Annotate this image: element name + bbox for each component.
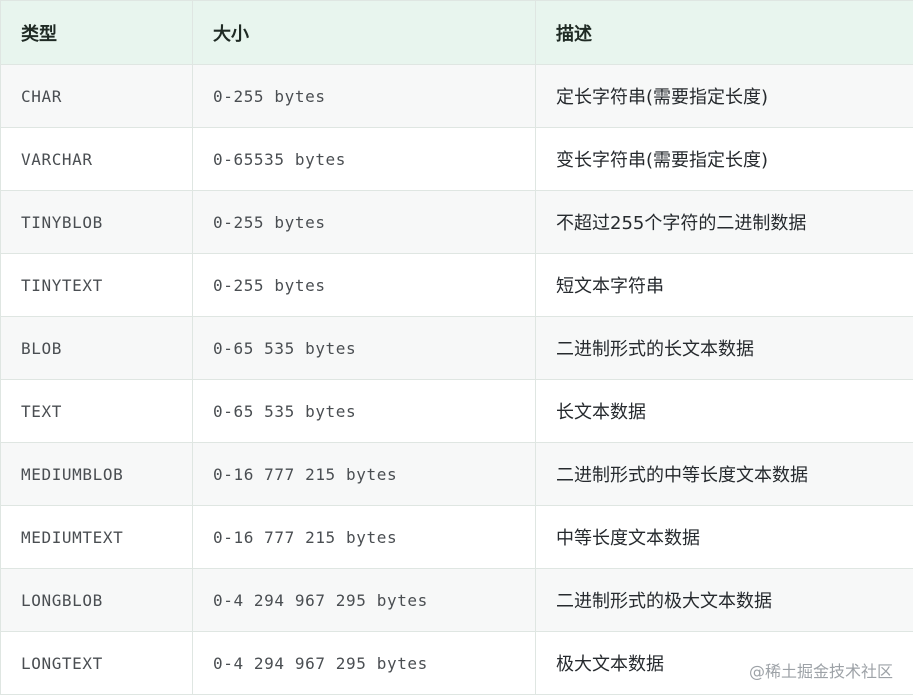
cell-size: 0-255 bytes xyxy=(192,190,536,254)
cell-size: 0-65 535 bytes xyxy=(192,379,536,443)
cell-description: 二进制形式的中等长度文本数据 xyxy=(535,442,913,506)
cell-type: MEDIUMTEXT xyxy=(0,505,193,569)
cell-description: 二进制形式的长文本数据 xyxy=(535,316,913,380)
table-row: BLOB 0-65 535 bytes 二进制形式的长文本数据 xyxy=(0,316,913,380)
cell-description: 变长字符串(需要指定长度) xyxy=(535,127,913,191)
cell-description: 中等长度文本数据 xyxy=(535,505,913,569)
table-row: CHAR 0-255 bytes 定长字符串(需要指定长度) xyxy=(0,64,913,128)
table-header: 类型 大小 描述 xyxy=(0,0,913,65)
cell-type: TINYBLOB xyxy=(0,190,193,254)
cell-description: 二进制形式的极大文本数据 xyxy=(535,568,913,632)
cell-size: 0-255 bytes xyxy=(192,253,536,317)
table-row: LONGBLOB 0-4 294 967 295 bytes 二进制形式的极大文… xyxy=(0,568,913,632)
data-types-table: 类型 大小 描述 CHAR 0-255 bytes 定长字符串(需要指定长度) … xyxy=(0,0,913,695)
cell-type: MEDIUMBLOB xyxy=(0,442,193,506)
table-row: TINYTEXT 0-255 bytes 短文本字符串 xyxy=(0,253,913,317)
header-row: 类型 大小 描述 xyxy=(0,0,913,65)
cell-type: LONGBLOB xyxy=(0,568,193,632)
header-type: 类型 xyxy=(0,0,193,65)
cell-type: TINYTEXT xyxy=(0,253,193,317)
cell-size: 0-255 bytes xyxy=(192,64,536,128)
cell-size: 0-65 535 bytes xyxy=(192,316,536,380)
cell-description: 定长字符串(需要指定长度) xyxy=(535,64,913,128)
cell-type: TEXT xyxy=(0,379,193,443)
table-row: TINYBLOB 0-255 bytes 不超过255个字符的二进制数据 xyxy=(0,190,913,254)
cell-type: CHAR xyxy=(0,64,193,128)
cell-description: 不超过255个字符的二进制数据 xyxy=(535,190,913,254)
cell-description: 长文本数据 xyxy=(535,379,913,443)
table-row: VARCHAR 0-65535 bytes 变长字符串(需要指定长度) xyxy=(0,127,913,191)
cell-type: BLOB xyxy=(0,316,193,380)
header-description: 描述 xyxy=(535,0,913,65)
cell-type: VARCHAR xyxy=(0,127,193,191)
table-body: CHAR 0-255 bytes 定长字符串(需要指定长度) VARCHAR 0… xyxy=(0,64,913,695)
cell-size: 0-4 294 967 295 bytes xyxy=(192,568,536,632)
cell-size: 0-65535 bytes xyxy=(192,127,536,191)
cell-size: 0-16 777 215 bytes xyxy=(192,505,536,569)
cell-type: LONGTEXT xyxy=(0,631,193,695)
cell-description: 短文本字符串 xyxy=(535,253,913,317)
cell-description: 极大文本数据 xyxy=(535,631,913,695)
cell-size: 0-4 294 967 295 bytes xyxy=(192,631,536,695)
header-size: 大小 xyxy=(192,0,536,65)
table-row: TEXT 0-65 535 bytes 长文本数据 xyxy=(0,379,913,443)
table-row: MEDIUMTEXT 0-16 777 215 bytes 中等长度文本数据 xyxy=(0,505,913,569)
table-row: LONGTEXT 0-4 294 967 295 bytes 极大文本数据 xyxy=(0,631,913,695)
table-row: MEDIUMBLOB 0-16 777 215 bytes 二进制形式的中等长度… xyxy=(0,442,913,506)
cell-size: 0-16 777 215 bytes xyxy=(192,442,536,506)
